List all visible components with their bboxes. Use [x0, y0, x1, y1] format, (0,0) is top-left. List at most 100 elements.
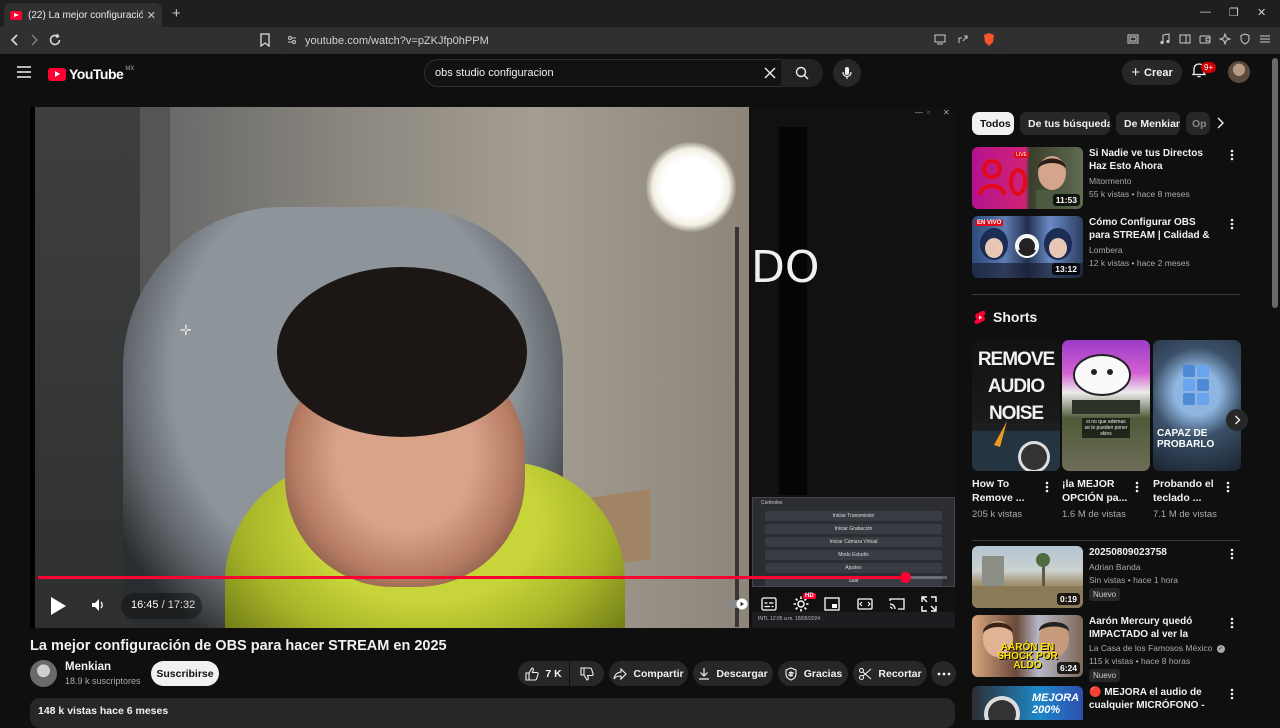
reload-icon[interactable] — [48, 33, 62, 47]
super-thanks-icon — [785, 666, 797, 681]
more-vertical-icon[interactable] — [1230, 548, 1234, 560]
video-title[interactable]: Aarón Mercury quedó IMPACTADO al ver la … — [1089, 615, 1214, 641]
account-avatar[interactable] — [1228, 61, 1250, 83]
more-vertical-icon[interactable] — [1230, 688, 1234, 700]
miniplayer-button[interactable] — [824, 597, 840, 611]
video-title[interactable]: 20250809023758 — [1089, 546, 1214, 559]
wallet-icon[interactable] — [1199, 33, 1211, 45]
more-actions-button[interactable] — [931, 661, 956, 686]
sidebar-panel-icon[interactable] — [1127, 33, 1139, 45]
video-thumbnail[interactable]: AARÓN EN SHOCK POR ALDO 6:24 — [972, 615, 1083, 677]
reader-icon[interactable] — [1179, 33, 1191, 45]
share-button[interactable]: Compartir — [609, 661, 688, 686]
views-and-date: 148 k vistas hace 6 meses — [38, 705, 169, 717]
more-vertical-icon[interactable] — [1226, 481, 1230, 493]
download-button[interactable]: Descargar — [693, 661, 773, 686]
chip-from-channel[interactable]: De Menkian — [1116, 112, 1180, 135]
address-bar[interactable]: youtube.com/watch?v=pZKJfp0hPPM — [279, 30, 1004, 51]
menu-icon[interactable] — [1259, 33, 1271, 45]
channel-name[interactable]: Lombera — [1089, 245, 1123, 255]
clip-label: Recortar — [878, 667, 922, 680]
bookmark-icon[interactable] — [259, 33, 271, 47]
channel-name[interactable]: La Casa de los Famosos México ✓ — [1089, 643, 1225, 653]
theater-mode-button[interactable] — [857, 597, 873, 611]
short-thumbnail[interactable]: CAPAZ DE PROBARLO — [1153, 340, 1241, 471]
site-info-icon[interactable] — [287, 35, 297, 45]
recommended-video[interactable]: EN VIVO 13:12 Cómo Configurar OBS para S… — [972, 216, 1242, 280]
search-box[interactable]: obs studio configuracion — [424, 59, 823, 87]
youtube-logo[interactable]: YouTube MX — [48, 66, 134, 82]
video-thumbnail[interactable]: 0:19 — [972, 546, 1083, 608]
forward-icon[interactable] — [28, 33, 40, 47]
chip-all[interactable]: Todos — [972, 112, 1014, 135]
short-thumbnail[interactable]: REMOVE AUDIO NOISE — [972, 340, 1060, 471]
subscribe-button[interactable]: Suscribirse — [151, 661, 219, 686]
thanks-button[interactable]: Gracias — [778, 661, 848, 686]
close-window-icon[interactable]: ✕ — [1257, 6, 1266, 19]
clip-button[interactable]: Recortar — [853, 661, 927, 686]
channel-name[interactable]: Menkian — [65, 661, 111, 673]
short-thumbnail[interactable]: si no que ademas se le pueden poner skin… — [1062, 340, 1150, 471]
minimize-icon[interactable]: — — [1200, 6, 1211, 18]
brave-shield-icon[interactable] — [982, 32, 996, 47]
current-time: 16:45 — [131, 599, 159, 611]
hd-badge: HD — [803, 593, 816, 599]
new-tab-icon[interactable]: + — [172, 5, 181, 22]
video-title[interactable]: 🔴 MEJORA el audio de cualquier MICRÓFONO… — [1089, 686, 1214, 712]
video-title[interactable]: Cómo Configurar OBS para STREAM | Calida… — [1089, 216, 1214, 242]
restore-icon[interactable]: ❐ — [1229, 6, 1239, 19]
short-title[interactable]: How To Remove ... — [972, 477, 1042, 505]
video-thumbnail[interactable]: MEJORA 200% — [972, 686, 1083, 720]
dislike-button[interactable] — [570, 661, 604, 686]
music-icon[interactable] — [1159, 33, 1171, 45]
video-thumbnail[interactable]: LIVE 11:53 — [972, 147, 1083, 209]
video-player[interactable]: DO — ▫ ✕ Controles Iniciar Transmisión I… — [30, 107, 955, 628]
browser-tab[interactable]: (22) La mejor configuración de O ✕ — [4, 3, 162, 27]
channel-name[interactable]: Adrian Banda — [1089, 562, 1141, 572]
chip-more[interactable]: Op — [1186, 112, 1210, 135]
recommended-video[interactable]: LIVE 11:53 Si Nadie ve tus Directos Haz … — [972, 147, 1242, 211]
description-box[interactable]: 148 k vistas hace 6 meses — [30, 698, 955, 728]
recommended-video[interactable]: MEJORA 200% 🔴 MEJORA el audio de cualqui… — [972, 686, 1242, 720]
autoplay-toggle[interactable] — [726, 598, 748, 610]
share-page-icon[interactable] — [957, 33, 969, 45]
progress-bar[interactable] — [38, 572, 947, 583]
channel-name[interactable]: Mitormento — [1089, 176, 1132, 186]
cast-icon[interactable] — [934, 33, 946, 45]
voice-search-button[interactable] — [833, 59, 861, 87]
cast-button[interactable] — [889, 597, 905, 611]
channel-avatar[interactable] — [30, 660, 57, 687]
back-icon[interactable] — [9, 33, 21, 47]
tab-close-icon[interactable]: ✕ — [147, 9, 156, 22]
more-vertical-icon[interactable] — [1230, 218, 1234, 230]
like-button[interactable]: 7 K — [518, 661, 569, 686]
vpn-icon[interactable] — [1239, 33, 1251, 45]
leo-ai-icon[interactable] — [1219, 33, 1231, 45]
short-title[interactable]: Probando el teclado ... — [1153, 477, 1223, 505]
video-title[interactable]: Si Nadie ve tus Directos Haz Esto Ahora — [1089, 147, 1214, 173]
play-button[interactable] — [48, 595, 68, 617]
more-vertical-icon[interactable] — [1230, 149, 1234, 161]
more-vertical-icon[interactable] — [1045, 481, 1049, 493]
recommended-video[interactable]: AARÓN EN SHOCK POR ALDO 6:24 Aarón Mercu… — [972, 615, 1242, 682]
shorts-next-button[interactable] — [1226, 409, 1248, 431]
search-button[interactable] — [781, 59, 823, 87]
clear-search-icon[interactable] — [763, 66, 777, 80]
fullscreen-icon — [921, 596, 937, 612]
fullscreen-button[interactable] — [921, 596, 937, 612]
create-button[interactable]: + Crear — [1122, 60, 1182, 85]
hamburger-icon[interactable] — [17, 66, 31, 78]
page-scrollbar[interactable] — [1272, 58, 1278, 308]
chip-from-searches[interactable]: De tus búsquedas — [1020, 112, 1110, 135]
search-input[interactable]: obs studio configuracion — [435, 67, 554, 79]
recommended-video[interactable]: 0:19 20250809023758 Adrian Banda Sin vis… — [972, 546, 1242, 610]
volume-button[interactable] — [90, 597, 106, 613]
more-vertical-icon[interactable] — [1230, 617, 1234, 629]
browser-toolbar: youtube.com/watch?v=pZKJfp0hPPM — [0, 27, 1280, 54]
scrubber-handle[interactable] — [899, 572, 911, 583]
video-thumbnail[interactable]: EN VIVO 13:12 — [972, 216, 1083, 278]
chips-next-icon[interactable] — [1216, 117, 1224, 129]
more-vertical-icon[interactable] — [1135, 481, 1139, 493]
short-title[interactable]: ¡la MEJOR OPCIÓN pa... — [1062, 477, 1132, 505]
subtitles-button[interactable] — [761, 597, 777, 611]
